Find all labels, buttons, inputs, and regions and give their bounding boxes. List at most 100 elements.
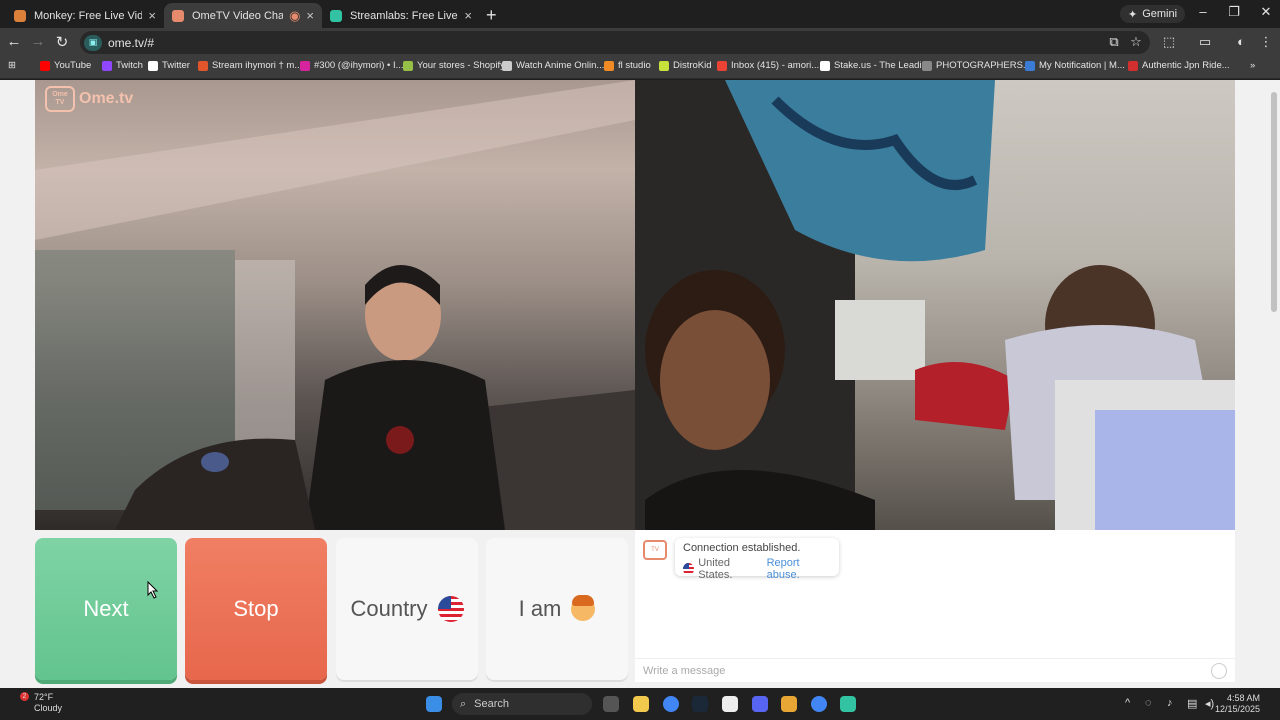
stop-button[interactable]: Stop: [185, 538, 327, 680]
remote-video: Ome TV Ome.tv: [35, 80, 635, 530]
bookmark-label: PHOTOGRAPHERS...: [936, 60, 1031, 71]
notification-badge: 2: [20, 692, 29, 701]
weather-widget[interactable]: 2 72°F Cloudy: [20, 692, 62, 714]
gemini-button[interactable]: ✦ Gemini: [1120, 5, 1186, 23]
bookmark-flstudio[interactable]: fl studio: [604, 60, 651, 71]
close-tab-icon[interactable]: ×: [148, 8, 156, 23]
bookmark-anime[interactable]: Watch Anime Onlin...: [502, 60, 604, 71]
bookmark-label: Inbox (415) - amori...: [731, 60, 820, 71]
bookmark-instagram[interactable]: #300 (@ihymori) • I...: [300, 60, 404, 71]
apps-grid-icon[interactable]: ⊞: [8, 60, 16, 71]
epic-games-icon[interactable]: [722, 696, 738, 712]
bookmark-label: Watch Anime Onlin...: [516, 60, 605, 71]
ometv-logo: Ome TV Ome.tv: [45, 86, 133, 112]
instagram-icon: [300, 60, 310, 71]
bookmark-label: Authentic Jpn Ride...: [1142, 60, 1230, 71]
minimize-button[interactable]: –: [1193, 4, 1213, 19]
report-abuse-link[interactable]: Report abuse.: [767, 557, 831, 581]
bookmark-label: DistroKid: [673, 60, 712, 71]
task-view-icon[interactable]: [603, 696, 619, 712]
new-tab-button[interactable]: +: [486, 5, 497, 26]
back-button[interactable]: ←: [4, 33, 24, 50]
address-text: ome.tv/#: [108, 35, 155, 50]
clock[interactable]: 4:58 AM 12/15/2025: [1215, 693, 1260, 715]
address-bar[interactable]: ▣ ome.tv/#: [80, 31, 1150, 54]
page-scrollbar[interactable]: [1268, 80, 1280, 688]
us-flag-icon: [683, 563, 695, 575]
flstudio-icon: [604, 60, 614, 71]
bookmark-photographers[interactable]: PHOTOGRAPHERS...: [922, 60, 1031, 71]
app-icon[interactable]: [781, 696, 797, 712]
taskbar-search[interactable]: ⌕ Search: [452, 693, 592, 715]
bookmark-notification[interactable]: My Notification | M...: [1025, 60, 1125, 71]
chrome-icon[interactable]: [663, 696, 679, 712]
gemini-label: Gemini: [1142, 8, 1178, 20]
more-bookmarks-icon[interactable]: »: [1250, 60, 1255, 71]
file-explorer-icon[interactable]: [633, 696, 649, 712]
distrokid-icon: [659, 60, 669, 71]
bookmark-star-icon[interactable]: ☆: [1127, 34, 1145, 50]
jpn-ride-icon: [1128, 60, 1138, 71]
ometv-logo-icon: Ome TV: [45, 86, 75, 112]
local-video-scene: [635, 80, 1235, 530]
next-button[interactable]: Next: [35, 538, 177, 680]
stop-label: Stop: [233, 596, 279, 621]
steam-icon[interactable]: [692, 696, 708, 712]
bookmarks-bar: ⊞ YouTube Twitch Twitter Stream ihymori …: [0, 57, 1280, 79]
tray-app-icon[interactable]: ◌: [1145, 697, 1152, 709]
site-info-icon[interactable]: ▣: [84, 34, 102, 51]
menu-icon[interactable]: ⋮: [1257, 34, 1275, 50]
ometv-chat-icon: TV: [643, 540, 667, 560]
boy-face-icon: [571, 595, 596, 621]
tray-overflow-icon[interactable]: ^: [1125, 697, 1130, 709]
emoji-icon[interactable]: [1211, 663, 1227, 679]
bookmark-jpn-ride[interactable]: Authentic Jpn Ride...: [1128, 60, 1230, 71]
discord-icon[interactable]: [752, 696, 768, 712]
close-tab-icon[interactable]: ×: [464, 8, 472, 23]
windows-start-icon[interactable]: [426, 696, 442, 712]
clock-time: 4:58 AM: [1226, 693, 1260, 703]
bookmark-distrokid[interactable]: DistroKid: [659, 60, 712, 71]
volume-icon[interactable]: ◂): [1205, 697, 1214, 710]
bookmark-gmail[interactable]: Inbox (415) - amori...: [717, 60, 819, 71]
tab-monkey[interactable]: Monkey: Free Live Video Chat ×: [6, 3, 164, 28]
close-window-button[interactable]: ✕: [1256, 4, 1276, 20]
streamlabs-favicon-icon: [330, 9, 342, 22]
bookmark-youtube[interactable]: YouTube: [40, 60, 91, 71]
microphone-icon[interactable]: ♪: [1167, 697, 1173, 709]
tab-ometv[interactable]: OmeTV Video Chat — Ome ◉ ×: [164, 3, 322, 28]
tab-streamlabs[interactable]: Streamlabs: Free Live Streaming ×: [322, 3, 480, 28]
bookmark-label: Twitter: [162, 60, 190, 71]
message-input[interactable]: Write a message: [635, 658, 1235, 682]
ometv-logo-text: Ome.tv: [79, 90, 134, 107]
chrome-active-icon[interactable]: [811, 696, 827, 712]
extensions-icon[interactable]: ⬚: [1160, 34, 1178, 50]
bookmark-stream[interactable]: Stream ihymori † m...: [198, 60, 302, 71]
ometv-favicon-icon: [172, 9, 184, 22]
cast-icon[interactable]: ⧉: [1105, 34, 1123, 50]
search-icon: ⌕: [460, 697, 467, 710]
side-panel-icon[interactable]: ▭: [1196, 34, 1214, 50]
close-tab-icon[interactable]: ×: [306, 8, 314, 23]
country-button[interactable]: Country: [336, 538, 478, 680]
scrollbar-thumb[interactable]: [1271, 92, 1277, 312]
bookmark-stake[interactable]: Stake.us - The Leadi...: [820, 60, 929, 71]
forward-button[interactable]: →: [28, 33, 48, 50]
tab-title: Monkey: Free Live Video Chat: [34, 9, 143, 22]
stake-icon: [820, 60, 830, 71]
monkey-favicon-icon: [14, 9, 26, 22]
reload-button[interactable]: ↻: [52, 33, 72, 51]
gender-button[interactable]: I am: [486, 538, 628, 680]
bookmark-label: YouTube: [54, 60, 92, 71]
gmail-icon: [717, 60, 727, 71]
bookmark-twitch[interactable]: Twitch: [102, 60, 143, 71]
ometv-page: Ome TV Ome.tv Next Stop Country I am TV …: [0, 80, 1280, 688]
us-flag-icon: [437, 596, 464, 622]
iam-label: I am: [518, 596, 562, 621]
profile-avatar-icon[interactable]: ◐: [1232, 34, 1250, 49]
bookmark-twitter[interactable]: Twitter: [148, 60, 190, 71]
network-icon[interactable]: ▤: [1187, 697, 1197, 710]
restore-button[interactable]: ❐: [1224, 4, 1244, 20]
bookmark-shopify[interactable]: Your stores - Shopify: [403, 60, 505, 71]
streamlabs-icon[interactable]: [840, 696, 856, 712]
